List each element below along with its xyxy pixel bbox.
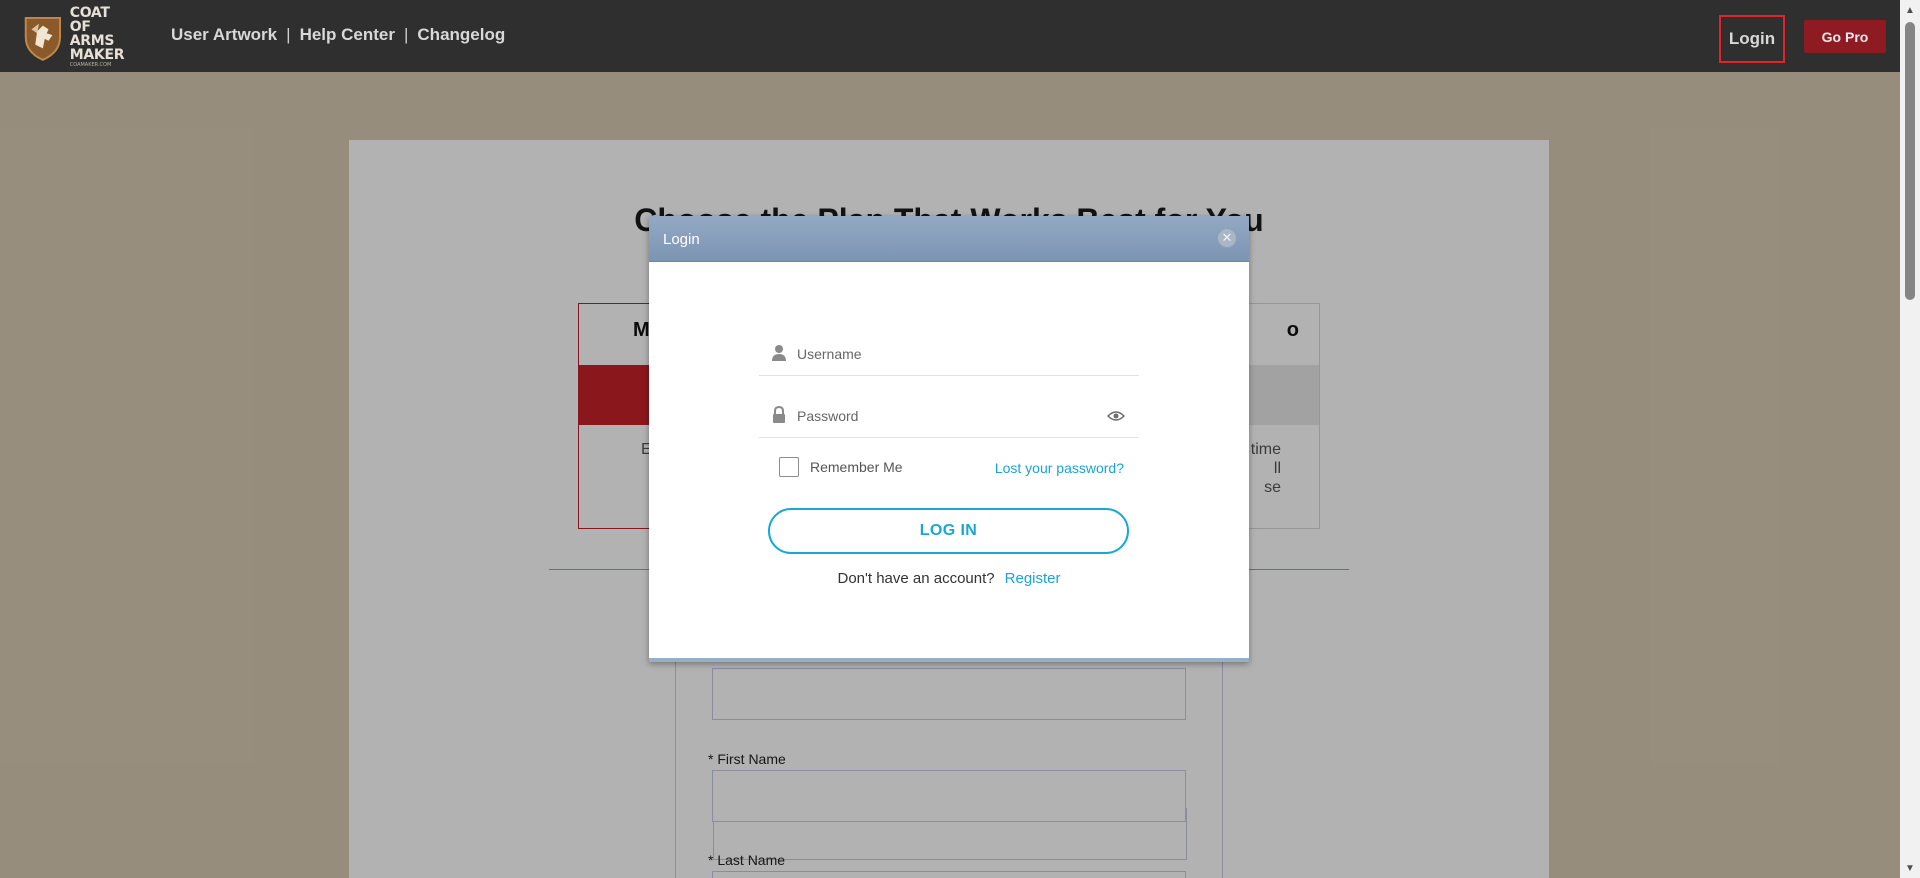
modal-title: Login xyxy=(663,231,700,248)
nav-links: User Artwork | Help Center | Changelog xyxy=(171,25,505,45)
logo-line: COAT OF xyxy=(69,5,110,35)
scrollbar-thumb[interactable] xyxy=(1905,22,1915,300)
show-password-eye-icon[interactable] xyxy=(1107,410,1125,422)
lock-icon xyxy=(773,406,785,423)
scroll-down-arrow-icon[interactable]: ▼ xyxy=(1900,860,1920,876)
nav-separator: | xyxy=(286,25,291,44)
user-icon xyxy=(772,345,786,361)
top-navigation-bar: COAT OF ARMS MAKER COAMAKER.COM User Art… xyxy=(0,0,1900,72)
close-icon[interactable]: ✕ xyxy=(1217,228,1237,248)
logo-line: MAKER xyxy=(69,47,125,63)
nav-link-changelog[interactable]: Changelog xyxy=(417,25,505,45)
password-input[interactable] xyxy=(797,402,1097,430)
login-modal: Login ✕ Remember Me Lost your password? … xyxy=(649,216,1249,662)
modal-header: Login ✕ xyxy=(649,216,1249,262)
nav-link-user-artwork[interactable]: User Artwork xyxy=(171,25,277,45)
remember-me[interactable]: Remember Me xyxy=(779,457,903,477)
username-input[interactable] xyxy=(797,340,1097,368)
register-link[interactable]: Register xyxy=(1005,570,1061,587)
password-row xyxy=(759,396,1139,438)
site-logo[interactable]: COAT OF ARMS MAKER COAMAKER.COM xyxy=(20,6,132,68)
nav-link-help-center[interactable]: Help Center xyxy=(300,25,395,45)
remember-me-label: Remember Me xyxy=(810,459,903,475)
go-pro-button[interactable]: Go Pro xyxy=(1804,20,1886,53)
no-account-text: Don't have an account? xyxy=(837,570,995,587)
username-row xyxy=(759,334,1139,376)
modal-bottom-border xyxy=(649,658,1249,662)
remember-me-checkbox[interactable] xyxy=(779,457,799,477)
logo-wordmark: COAT OF ARMS MAKER COAMAKER.COM xyxy=(70,6,132,68)
login-nav-button[interactable]: Login xyxy=(1719,15,1785,63)
griffin-emblem-icon xyxy=(24,16,61,61)
register-row: Don't have an account? Register xyxy=(649,570,1249,587)
scroll-up-arrow-icon[interactable]: ▲ xyxy=(1900,2,1920,18)
nav-separator: | xyxy=(403,25,409,44)
log-in-button[interactable]: LOG IN xyxy=(768,508,1129,554)
lost-password-link[interactable]: Lost your password? xyxy=(995,460,1124,476)
page-scrollbar[interactable]: ▲ ▼ xyxy=(1900,0,1920,878)
